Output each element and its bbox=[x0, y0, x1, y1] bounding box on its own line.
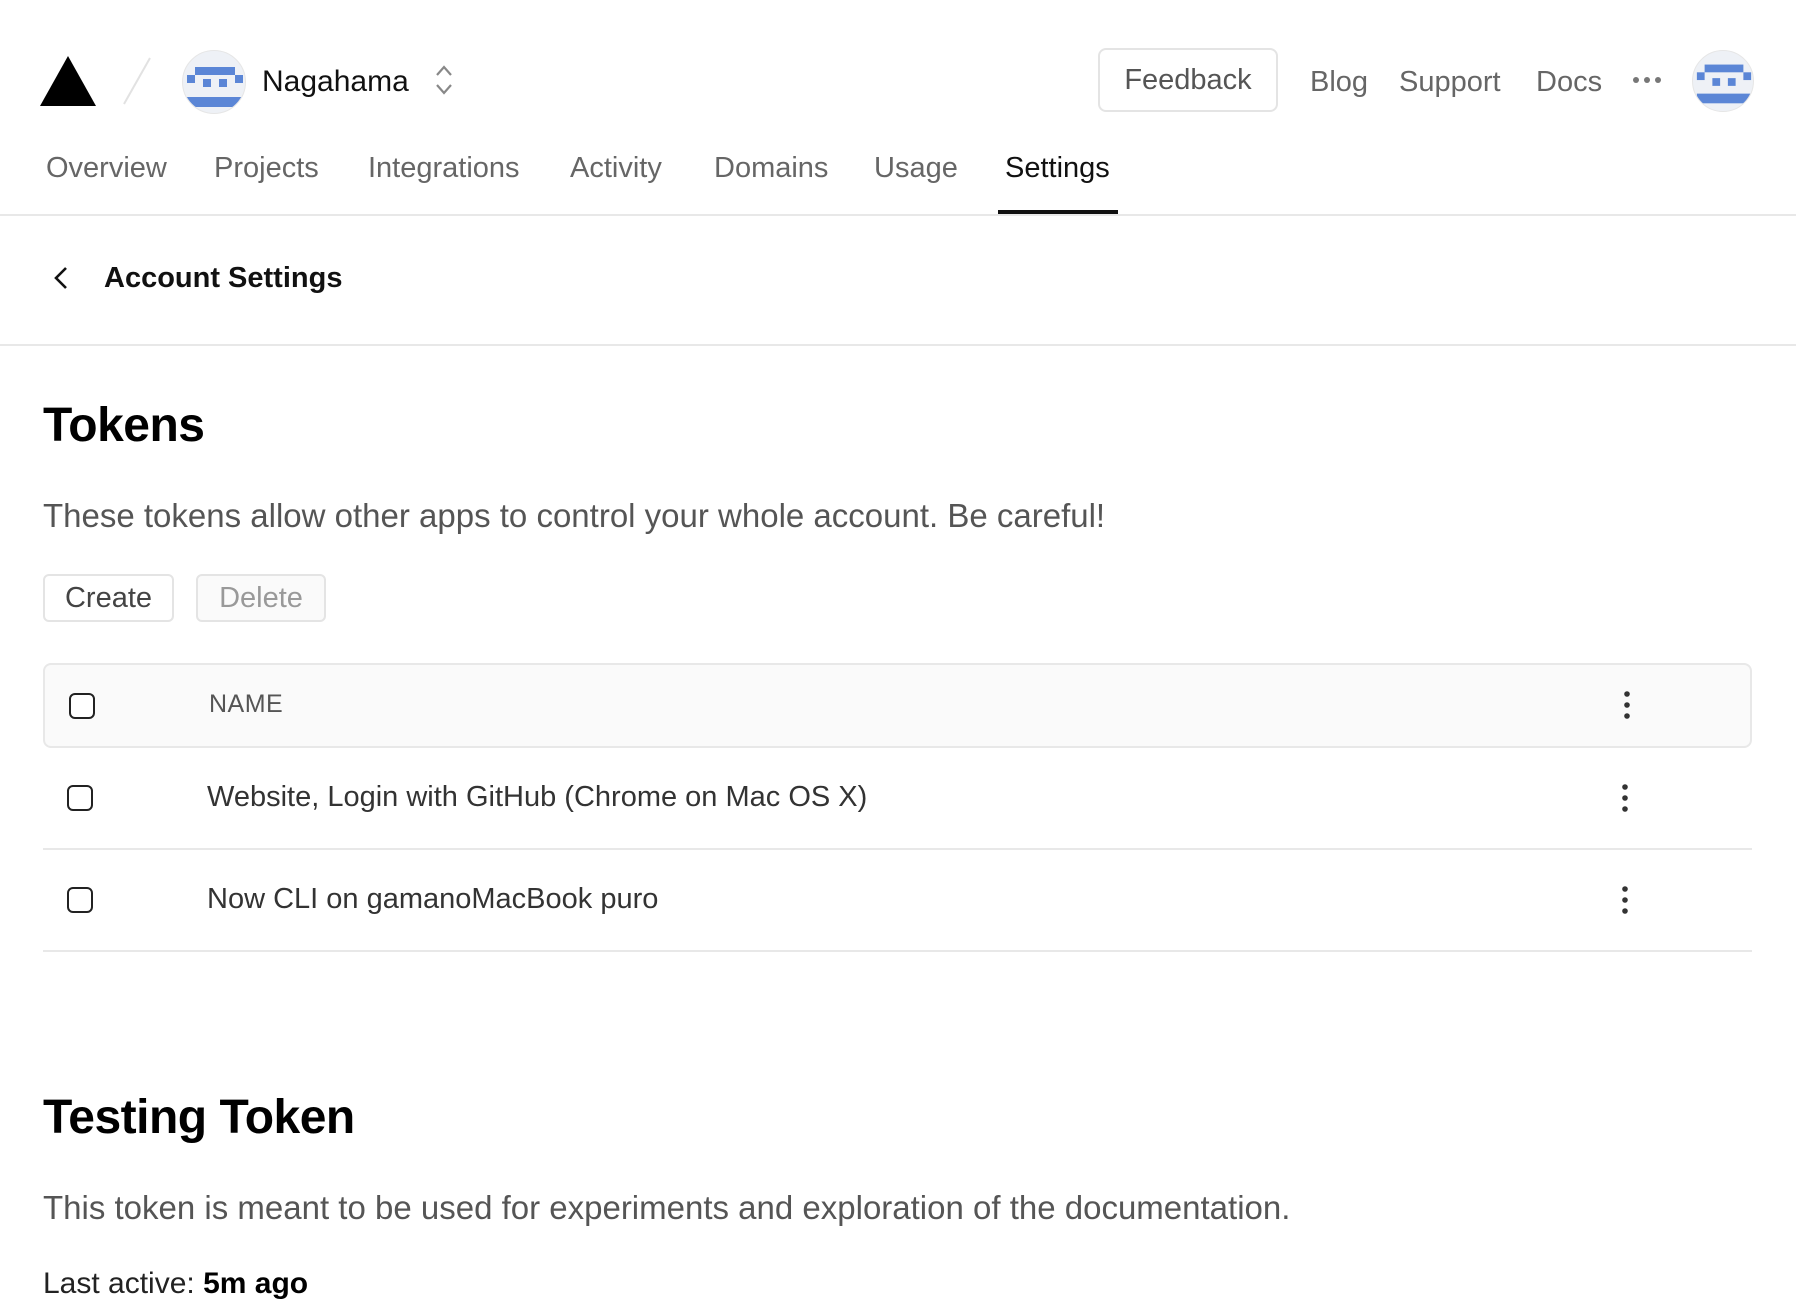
table-header: NAME bbox=[43, 663, 1752, 748]
feedback-button[interactable]: Feedback bbox=[1098, 48, 1278, 112]
delete-token-button[interactable]: Delete bbox=[196, 574, 326, 622]
blog-link[interactable]: Blog bbox=[1310, 64, 1368, 100]
testing-token-description: This token is meant to be used for exper… bbox=[43, 1189, 1291, 1226]
more-vertical-icon[interactable] bbox=[1613, 780, 1637, 816]
breadcrumb: Account Settings bbox=[0, 216, 1796, 346]
last-active-label: Last active: bbox=[43, 1267, 204, 1300]
team-avatar[interactable] bbox=[182, 50, 246, 114]
main-tabs: Overview Projects Integrations Activity … bbox=[0, 140, 1796, 216]
last-active-status: Last active: 5m ago bbox=[43, 1266, 308, 1302]
breadcrumb-title: Account Settings bbox=[104, 262, 343, 294]
token-name: Website, Login with GitHub (Chrome on Ma… bbox=[207, 781, 868, 813]
tokens-heading: Tokens bbox=[43, 399, 205, 452]
vercel-logo-icon[interactable] bbox=[40, 56, 96, 106]
user-avatar-pixel-icon bbox=[1696, 64, 1752, 104]
separator-slash-icon bbox=[123, 57, 151, 105]
more-horizontal-icon[interactable] bbox=[1632, 68, 1662, 92]
last-active-value: 5m ago bbox=[203, 1267, 309, 1300]
tab-integrations[interactable]: Integrations bbox=[368, 150, 520, 186]
create-token-button[interactable]: Create bbox=[43, 574, 174, 622]
support-link[interactable]: Support bbox=[1399, 64, 1501, 100]
row-checkbox[interactable] bbox=[67, 887, 93, 913]
chevron-up-down-icon[interactable] bbox=[428, 60, 460, 100]
tab-settings[interactable]: Settings bbox=[1005, 150, 1110, 186]
tab-projects[interactable]: Projects bbox=[214, 150, 319, 186]
tab-overview[interactable]: Overview bbox=[46, 150, 167, 186]
token-name: Now CLI on gamanoMacBook puro bbox=[207, 883, 659, 915]
team-name[interactable]: Nagahama bbox=[262, 64, 409, 100]
active-tab-indicator bbox=[998, 210, 1118, 214]
testing-token-heading: Testing Token bbox=[43, 1091, 355, 1144]
table-row[interactable]: Website, Login with GitHub (Chrome on Ma… bbox=[43, 748, 1752, 850]
chevron-left-icon[interactable] bbox=[48, 260, 76, 296]
docs-link[interactable]: Docs bbox=[1536, 64, 1602, 100]
tab-usage[interactable]: Usage bbox=[874, 150, 958, 186]
row-checkbox[interactable] bbox=[67, 785, 93, 811]
table-row[interactable]: Now CLI on gamanoMacBook puro bbox=[43, 850, 1752, 952]
more-vertical-icon[interactable] bbox=[1615, 687, 1639, 723]
team-avatar-pixel-icon bbox=[187, 67, 243, 107]
tab-domains[interactable]: Domains bbox=[714, 150, 828, 186]
tokens-table: NAME Website, Login with GitHub (Chrome … bbox=[43, 663, 1752, 952]
more-vertical-icon[interactable] bbox=[1613, 882, 1637, 918]
select-all-checkbox[interactable] bbox=[69, 693, 95, 719]
top-header: Nagahama Feedback Blog Support Docs bbox=[0, 0, 1796, 140]
column-header-name[interactable]: NAME bbox=[209, 690, 283, 719]
tab-activity[interactable]: Activity bbox=[570, 150, 662, 186]
user-avatar[interactable] bbox=[1692, 50, 1754, 112]
tokens-description: These tokens allow other apps to control… bbox=[43, 497, 1106, 534]
